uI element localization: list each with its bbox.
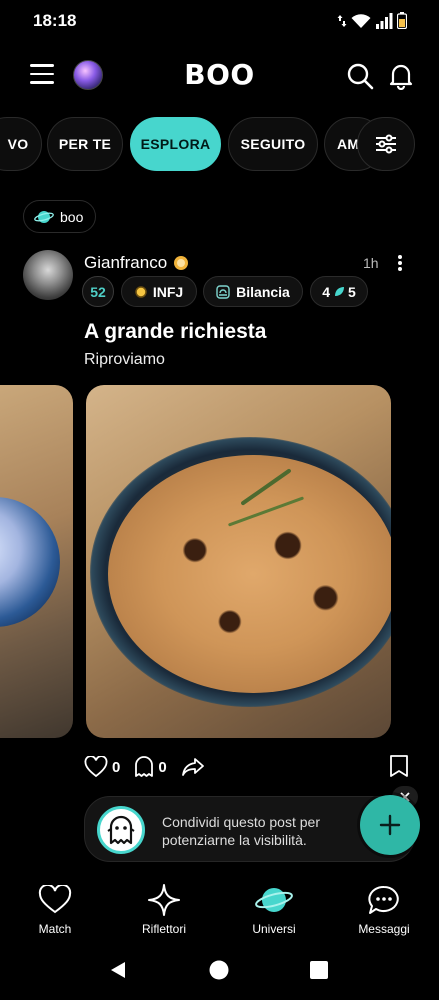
author-name[interactable]: Gianfranco [84, 253, 189, 273]
tab-nuovo[interactable]: VO [0, 117, 42, 171]
battery-icon [397, 12, 407, 29]
planet-icon [34, 210, 54, 223]
sparkle-icon [148, 884, 180, 916]
bell-icon[interactable] [387, 62, 415, 90]
status-bar: 18:18 [0, 0, 439, 44]
system-navigation [0, 950, 439, 990]
zodiac-badge[interactable]: Bilancia [203, 276, 303, 307]
more-options-icon[interactable] [393, 253, 407, 273]
level-badge: 52 [82, 276, 114, 307]
leaf-icon [335, 286, 344, 296]
like-button[interactable]: 0 [84, 756, 120, 778]
feed-tabs: VO PER TE ESPLORA SEGUITO AM [0, 117, 439, 173]
recents-icon[interactable] [310, 961, 328, 979]
mbti-badge[interactable]: INFJ [121, 276, 197, 307]
create-post-button[interactable] [360, 795, 420, 855]
filter-button[interactable] [357, 117, 415, 171]
nav-match[interactable]: Match [10, 882, 100, 936]
comment-button[interactable]: 0 [134, 756, 167, 778]
verified-badge-icon [174, 256, 189, 270]
tab-seguito[interactable]: SEGUITO [228, 117, 318, 171]
back-icon[interactable] [108, 960, 128, 980]
author-avatar[interactable] [23, 250, 73, 300]
chat-bubble-icon [368, 885, 399, 914]
home-icon[interactable] [209, 960, 229, 980]
post-image-risotto[interactable] [86, 385, 391, 738]
status-icons [337, 12, 407, 29]
post-subtitle: Riproviamo [84, 351, 165, 368]
planet-icon [255, 888, 293, 912]
share-button[interactable] [181, 756, 205, 778]
tab-per-te[interactable]: PER TE [47, 117, 123, 171]
heart-icon [38, 885, 72, 914]
heart-icon [84, 756, 108, 778]
post-actions: 0 0 [84, 752, 219, 782]
universe-chip[interactable]: boo [23, 200, 97, 233]
mbti-dot-icon [135, 285, 147, 298]
plus-icon [379, 814, 401, 836]
post-title: A grande richiesta [84, 320, 267, 343]
nav-riflettori[interactable]: Riflettori [119, 882, 209, 936]
post-image-previous[interactable] [0, 385, 73, 738]
bookmark-icon[interactable] [388, 754, 410, 778]
ghost-mascot-icon [97, 806, 145, 854]
share-prompt-text: Condividi questo post per potenziarne la… [162, 814, 320, 848]
sliders-icon [376, 134, 396, 154]
bottom-navigation: Match Riflettori Universi Messaggi [0, 870, 439, 945]
karma-badge: 4 5 [310, 276, 368, 307]
chip-label: boo [60, 208, 84, 225]
status-time: 18:18 [33, 11, 77, 30]
share-arrow-icon [181, 758, 204, 776]
signal-icon [376, 12, 393, 29]
search-icon[interactable] [346, 62, 374, 90]
libra-icon [216, 284, 230, 299]
nav-messaggi[interactable]: Messaggi [339, 882, 429, 936]
tab-esplora[interactable]: ESPLORA [130, 117, 221, 171]
wifi-icon [351, 13, 371, 28]
data-arrows-icon [337, 14, 347, 27]
app-header: BOO [0, 52, 439, 102]
nav-universi[interactable]: Universi [229, 882, 319, 936]
post-time: 1h [363, 255, 379, 271]
ghost-comment-icon [135, 756, 154, 777]
